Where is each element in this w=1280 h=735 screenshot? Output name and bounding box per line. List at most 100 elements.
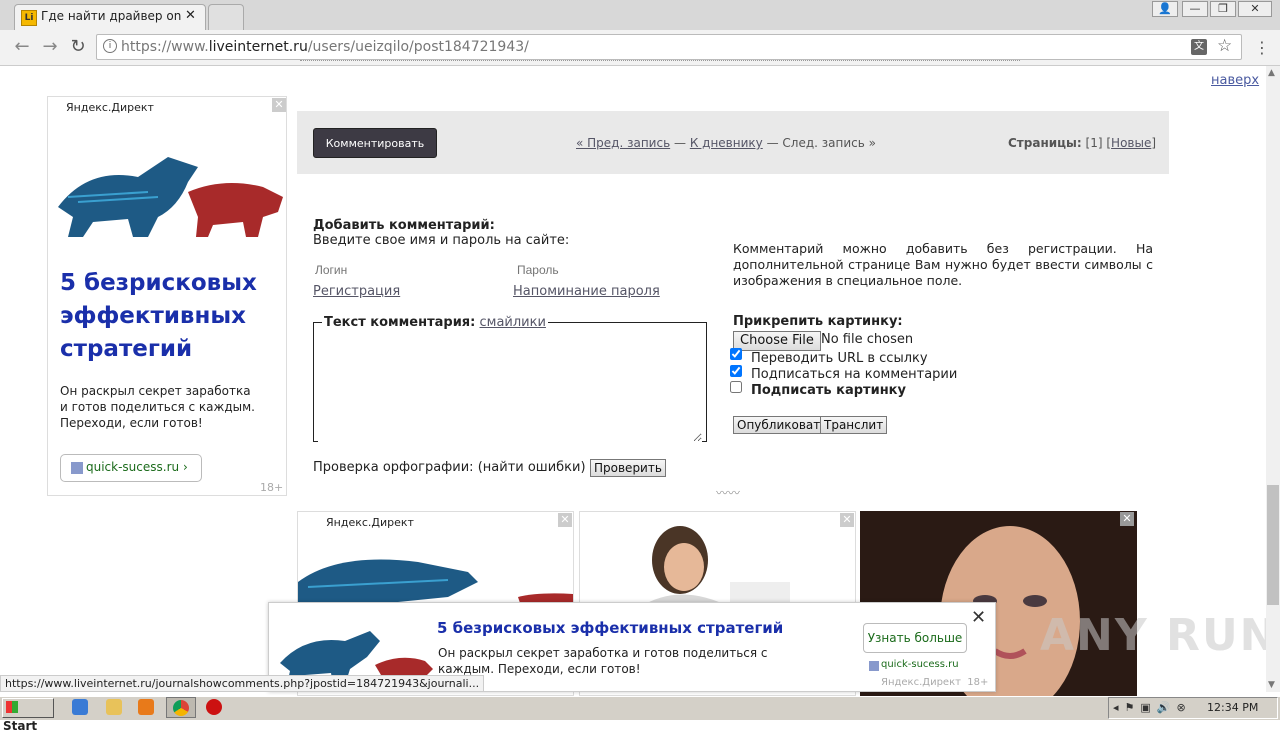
ad-link: quick-sucess.ru › — [86, 460, 188, 474]
ad-favicon — [71, 462, 83, 474]
media-player-icon[interactable] — [138, 699, 154, 715]
sign-picture-label: Подписать картинку — [751, 383, 906, 398]
top-link[interactable]: наверх — [1211, 73, 1259, 88]
prev-post-link[interactable]: « Пред. запись — [576, 136, 670, 150]
pages-new-link[interactable]: Новые — [1111, 136, 1151, 150]
attach-label: Прикрепить картинку: — [733, 314, 903, 329]
watermark: ANY RUN — [1040, 610, 1279, 661]
pages-bracket: ] — [1151, 136, 1157, 150]
url-prefix: https://www. — [121, 39, 209, 55]
clock: 12:34 PM — [1207, 701, 1259, 714]
scrollbar-thumb[interactable] — [1267, 485, 1279, 605]
start-button[interactable]: Start — [2, 698, 54, 733]
remind-password-link[interactable]: Напоминание пароля — [513, 284, 660, 299]
diary-link[interactable]: К дневнику — [690, 136, 763, 150]
popup-close-icon[interactable]: ✕ — [971, 607, 986, 628]
popup-headline[interactable]: 5 безрисковых эффективных стратегий — [437, 619, 783, 637]
post-navigation: « Пред. запись — К дневнику — След. запи… — [576, 136, 876, 150]
maximize-button[interactable]: ❐ — [1210, 1, 1236, 17]
subscribe-label: Подписаться на комментарии — [751, 367, 958, 382]
back-arrow-icon[interactable]: ← — [12, 37, 32, 57]
ie-icon[interactable] — [72, 699, 88, 715]
forward-arrow-icon[interactable]: → — [40, 37, 60, 57]
add-comment-heading: Добавить комментарий: — [313, 218, 495, 233]
smiles-link[interactable]: смайлики — [480, 315, 546, 330]
publish-button[interactable]: Опубликовать — [733, 416, 832, 434]
close-window-button[interactable]: ✕ — [1238, 1, 1272, 17]
windows-logo-icon — [6, 701, 18, 713]
spellcheck-label: Проверка орфографии: — [313, 460, 474, 475]
spellcheck-button[interactable]: Проверить — [590, 459, 666, 477]
url-text: https://www.liveinternet.ru/users/ueizqi… — [121, 39, 529, 55]
no-file-text: No file chosen — [821, 332, 914, 347]
browser-tab-active[interactable]: Li Где найти драйвер onext ✕ — [14, 4, 206, 30]
pages-current: [1] — [1085, 136, 1103, 150]
address-bar[interactable]: i https://www.liveinternet.ru/users/ueiz… — [96, 34, 1242, 60]
bull-bear-image — [58, 157, 283, 237]
status-bar: https://www.liveinternet.ru/journalshowc… — [0, 675, 485, 692]
popup-footer: Яндекс.Директ 18+ — [881, 677, 989, 688]
next-post-text: След. запись » — [782, 136, 876, 150]
spellcheck-row: Проверка орфографии: (найти ошибки) — [313, 460, 586, 475]
password-input[interactable] — [515, 259, 709, 281]
nav-separator: — — [766, 136, 779, 150]
popup-favicon — [869, 661, 879, 671]
system-tray: ◂⚑▣🔊⊗ 12:34 PM — [1108, 697, 1278, 719]
popup-body: Он раскрыл секрет заработка и готов поде… — [438, 646, 768, 676]
popup-domain: quick-sucess.ru — [881, 659, 959, 670]
login-input[interactable] — [313, 259, 507, 281]
tray-icons[interactable]: ◂⚑▣🔊⊗ — [1113, 701, 1192, 714]
site-favicon: Li — [21, 10, 37, 26]
nav-separator: — — [673, 136, 686, 150]
ad-close-icon[interactable]: ✕ — [272, 98, 286, 112]
pages-label: Страницы: — [1008, 136, 1082, 150]
add-comment-subheading: Введите свое имя и пароль на сайте: — [313, 233, 570, 248]
side-ad[interactable]: Яндекс.Директ ✕ 5 безрисковых эффективны… — [47, 96, 287, 496]
ad-link-button[interactable]: quick-sucess.ru › — [60, 454, 202, 482]
new-tab-button[interactable] — [208, 4, 244, 30]
choose-file-button[interactable]: Choose File — [733, 331, 821, 351]
subscribe-checkbox[interactable] — [730, 365, 742, 377]
spellcheck-find: (найти ошибки) — [477, 460, 586, 475]
info-icon: i — [103, 39, 117, 53]
url-path: /users/ueizqilo/post184721943/ — [307, 39, 529, 55]
woman-photo — [640, 526, 790, 607]
chrome-taskbar-button[interactable] — [166, 697, 196, 718]
opera-icon[interactable] — [206, 699, 222, 715]
chrome-icon — [173, 700, 189, 716]
translate-url-checkbox[interactable] — [730, 348, 742, 360]
ad-age: 18+ — [260, 481, 284, 494]
folder-icon[interactable] — [106, 699, 122, 715]
register-link[interactable]: Регистрация — [313, 284, 400, 299]
comment-text-label: Текст комментария: — [324, 315, 476, 330]
post-nav-bar: Комментировать « Пред. запись — К дневни… — [297, 111, 1169, 174]
start-label: Start — [3, 719, 38, 733]
tab-title: Где найти драйвер onext — [41, 9, 181, 23]
status-url: https://www.liveinternet.ru/journalshowc… — [5, 677, 480, 690]
ad-body: Он раскрыл секрет заработка и готов поде… — [60, 384, 255, 430]
comment-note: Комментарий можно добавить без регистрац… — [733, 241, 1153, 288]
sign-picture-checkbox[interactable] — [730, 381, 742, 393]
decorative-divider-icon: 〰〰 — [716, 486, 741, 500]
ad-brand: Яндекс.Директ — [326, 516, 414, 529]
bookmark-star-icon[interactable]: ☆ — [1217, 36, 1232, 56]
scroll-down-arrow-icon[interactable]: ▼ — [1268, 680, 1275, 690]
ad-brand: Яндекс.Директ — [66, 101, 154, 114]
comment-text-fieldset: Текст комментария: смайлики — [313, 315, 707, 442]
translate-url-label: Переводить URL в ссылку — [751, 351, 928, 366]
tab-close-icon[interactable]: ✕ — [185, 8, 196, 23]
comment-text-legend: Текст комментария: смайлики — [322, 315, 548, 330]
url-domain: liveinternet.ru — [208, 39, 308, 55]
comment-button[interactable]: Комментировать — [313, 128, 437, 158]
ad-headline[interactable]: 5 безрисковых эффективных стратегий — [60, 267, 275, 366]
reload-icon[interactable]: ↻ — [68, 37, 88, 57]
comment-textarea[interactable] — [318, 344, 702, 442]
translate-icon[interactable]: 文 — [1191, 39, 1207, 55]
menu-icon[interactable]: ⋮ — [1254, 38, 1270, 57]
learn-more-button[interactable]: Узнать больше — [863, 623, 967, 653]
ad-close-icon[interactable]: ✕ — [558, 513, 572, 527]
translit-button[interactable]: Транслит — [820, 416, 888, 434]
scroll-up-arrow-icon[interactable]: ▲ — [1268, 68, 1275, 78]
profile-icon[interactable]: 👤 — [1152, 1, 1178, 17]
minimize-button[interactable]: — — [1182, 1, 1208, 17]
